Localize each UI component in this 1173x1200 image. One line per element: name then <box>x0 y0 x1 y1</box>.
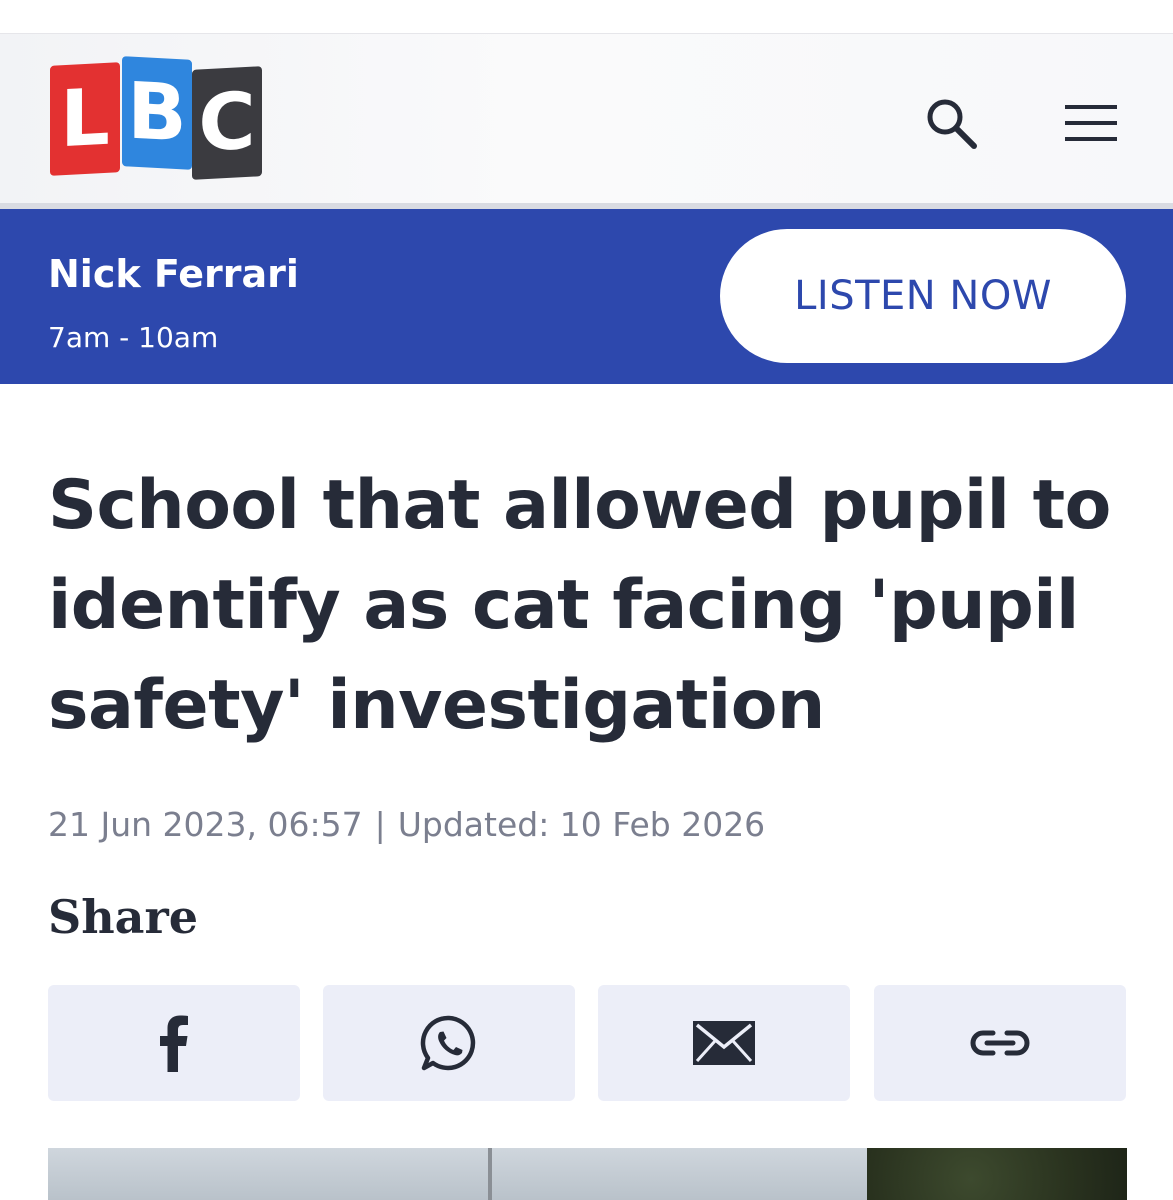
share-facebook-button[interactable] <box>48 985 300 1101</box>
article-meta: 21 Jun 2023, 06:57 | Updated: 10 Feb 2026 <box>48 805 765 844</box>
logo-letter-c: C <box>192 66 262 180</box>
live-show-banner: Nick Ferrari 7am - 10am LISTEN NOW <box>0 209 1173 384</box>
logo-letter-b: B <box>122 56 192 170</box>
whatsapp-icon <box>420 1015 476 1071</box>
image-trees <box>867 1148 1127 1200</box>
site-header: L B C <box>0 34 1173 204</box>
lbc-logo[interactable]: L B C <box>50 56 262 180</box>
show-time: 7am - 10am <box>48 321 219 354</box>
article-hero-image <box>48 1148 1127 1200</box>
show-host-name: Nick Ferrari <box>48 252 299 296</box>
article-headline: School that allowed pupil to identify as… <box>48 466 1111 745</box>
email-icon <box>693 1021 755 1065</box>
link-icon <box>970 1030 1030 1056</box>
facebook-icon <box>160 1015 188 1072</box>
logo-letter-l: L <box>50 62 120 176</box>
share-whatsapp-button[interactable] <box>323 985 575 1101</box>
image-lamp-post <box>488 1148 492 1200</box>
meta-separator: | <box>374 805 386 844</box>
listen-now-button[interactable]: LISTEN NOW <box>720 229 1126 363</box>
menu-button[interactable] <box>1058 94 1124 152</box>
hamburger-menu-icon <box>1065 105 1117 141</box>
published-date: 21 Jun 2023, 06:57 <box>48 805 363 844</box>
updated-date: Updated: 10 Feb 2026 <box>397 805 766 844</box>
browser-top-strip <box>0 0 1173 34</box>
search-icon <box>927 99 977 149</box>
search-button[interactable] <box>918 90 984 156</box>
share-email-button[interactable] <box>598 985 850 1101</box>
copy-link-button[interactable] <box>874 985 1126 1101</box>
share-heading: Share <box>48 890 198 944</box>
